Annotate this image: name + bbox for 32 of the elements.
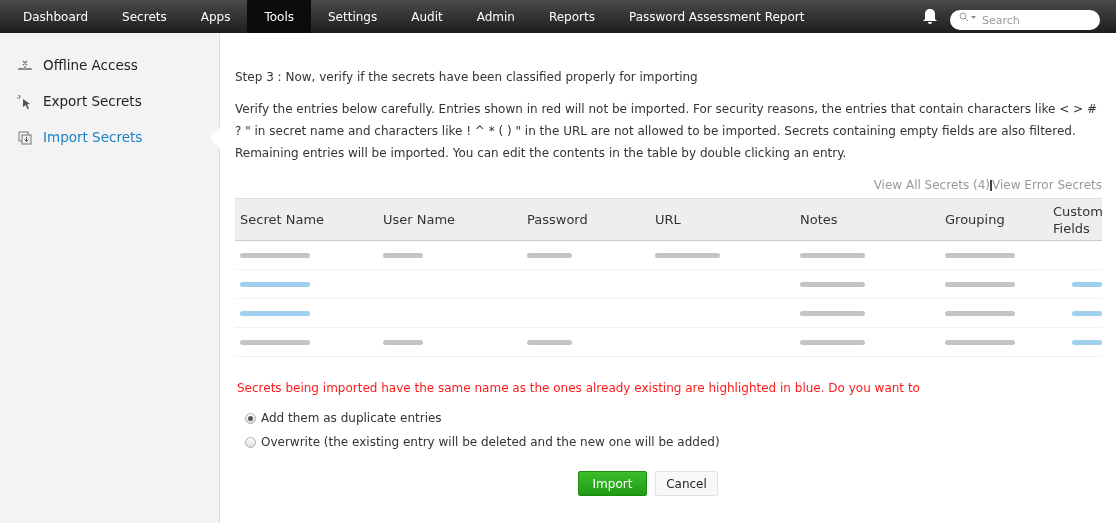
- nav-tab[interactable]: Reports: [531, 0, 612, 33]
- cancel-button[interactable]: Cancel: [655, 471, 718, 496]
- radio-button[interactable]: [245, 412, 256, 424]
- nav-tab[interactable]: Apps: [183, 0, 248, 33]
- radio-label: Overwrite (the existing entry will be deleted and the new one will be added): [261, 434, 720, 451]
- sidebar-item[interactable]: Export Secrets: [0, 91, 219, 112]
- instructions-paragraph: Verify the entries below carefully. Entries shown in red will not be imported. For security reasons, the entries that contain characters like < > # ? " in secret name and characters like ! ^ * ( ) " in the URL are not allowed to be imported. Secrets containing empty fields are also filtered. Remaining entries will be imported. You can edit the contents in the table by double clicking an entry.: [235, 101, 1098, 162]
- column-header: Password: [527, 211, 588, 228]
- nav-tab[interactable]: Settings: [311, 0, 395, 33]
- column-header: Custom Fields: [1053, 202, 1103, 237]
- column-header: User Name: [383, 211, 456, 228]
- warning-message: Secrets being imported have the same name as the ones already existing are highlighted in blue. Do you want to: [237, 380, 921, 397]
- column-header: URL: [655, 211, 681, 228]
- import-icon: [18, 130, 32, 145]
- nav-tab[interactable]: Admin: [459, 0, 532, 33]
- column-header: Grouping: [945, 211, 1005, 228]
- sidebar-item[interactable]: Offline Access: [0, 55, 219, 76]
- sidebar-item[interactable]: Import Secrets: [0, 127, 219, 148]
- column-header: Notes: [800, 211, 838, 228]
- nav-tab[interactable]: Secrets: [105, 0, 184, 33]
- column-header: Secret Name: [240, 211, 325, 228]
- nav-tab[interactable]: Audit: [394, 0, 460, 33]
- radio-button[interactable]: [245, 436, 256, 448]
- search-field[interactable]: Search: [950, 10, 1100, 30]
- bell-icon[interactable]: [922, 8, 938, 25]
- nav-tab[interactable]: Dashboard: [6, 0, 106, 33]
- nav-tab[interactable]: Tools: [247, 0, 311, 33]
- search-icon: [959, 11, 977, 22]
- radio-label: Add them as duplicate entries: [261, 410, 442, 427]
- network-icon: [17, 59, 33, 72]
- nav-tab[interactable]: Password Assessment Report: [611, 0, 822, 33]
- step-heading: Step 3 : Now, verify if the secrets have been classified properly for importing: [235, 69, 699, 86]
